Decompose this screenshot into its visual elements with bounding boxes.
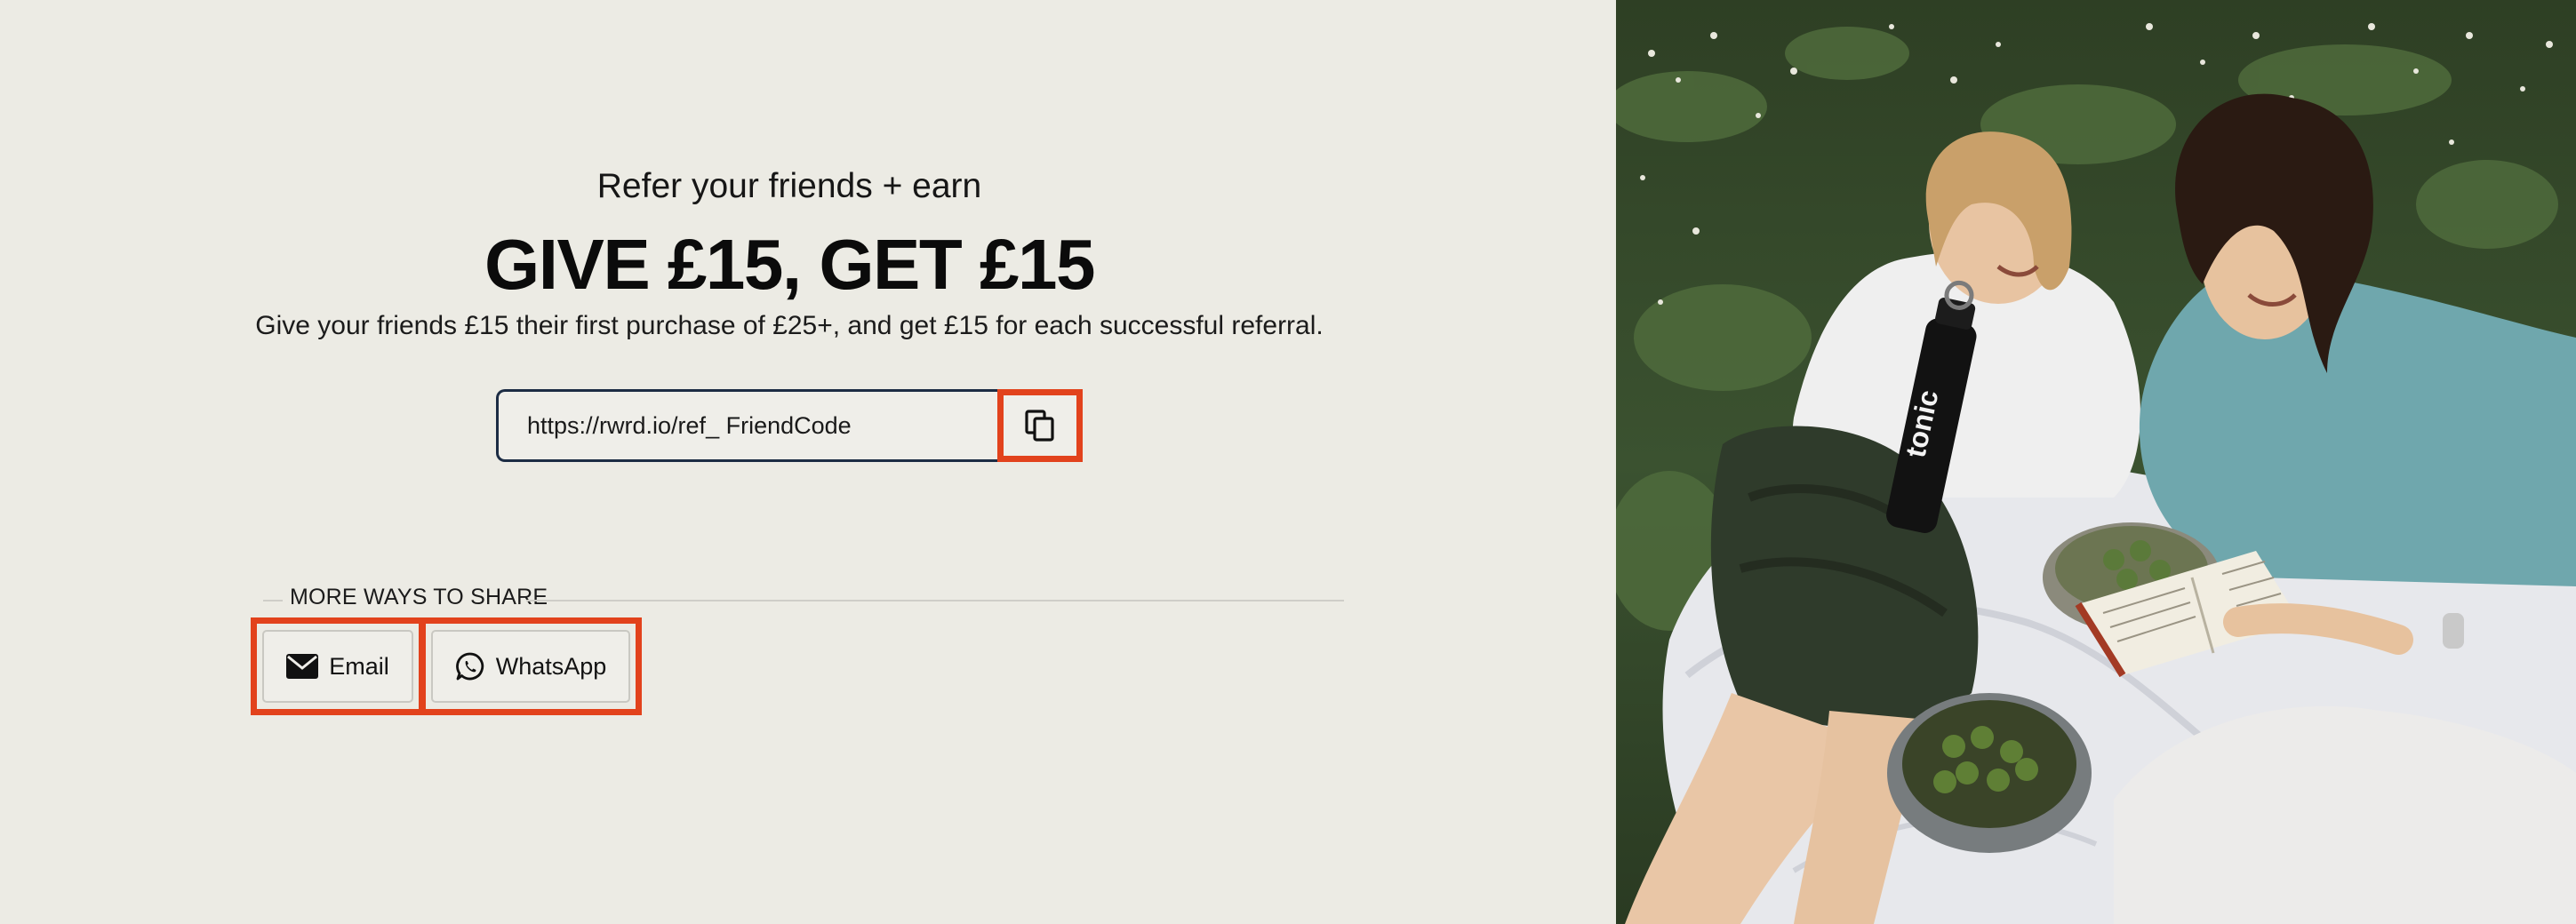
hero-photo: tonic [1616,0,2576,924]
whatsapp-button-label: WhatsApp [495,652,607,680]
copy-link-button[interactable] [997,389,1083,462]
referral-panel: Refer your friends + earn GIVE £15, GET … [0,0,1616,924]
referral-link-text: https://rwrd.io/ref_ FriendCode [527,411,852,439]
email-share-button[interactable]: Email [262,630,413,703]
email-button-label: Email [329,652,389,680]
referral-link-field[interactable]: https://rwrd.io/ref_ FriendCode [496,389,1001,462]
share-divider-left [263,600,283,601]
referral-headline: GIVE £15, GET £15 [484,225,1095,304]
referral-description: Give your friends £15 their first purcha… [255,311,1324,340]
referral-subtitle: Refer your friends + earn [596,167,982,205]
whatsapp-icon [455,652,484,681]
envelope-icon [286,654,319,679]
copy-icon [1025,410,1054,442]
whatsapp-share-button[interactable]: WhatsApp [431,630,630,703]
share-divider [526,600,1344,601]
more-ways-label: MORE WAYS TO SHARE [290,585,548,609]
